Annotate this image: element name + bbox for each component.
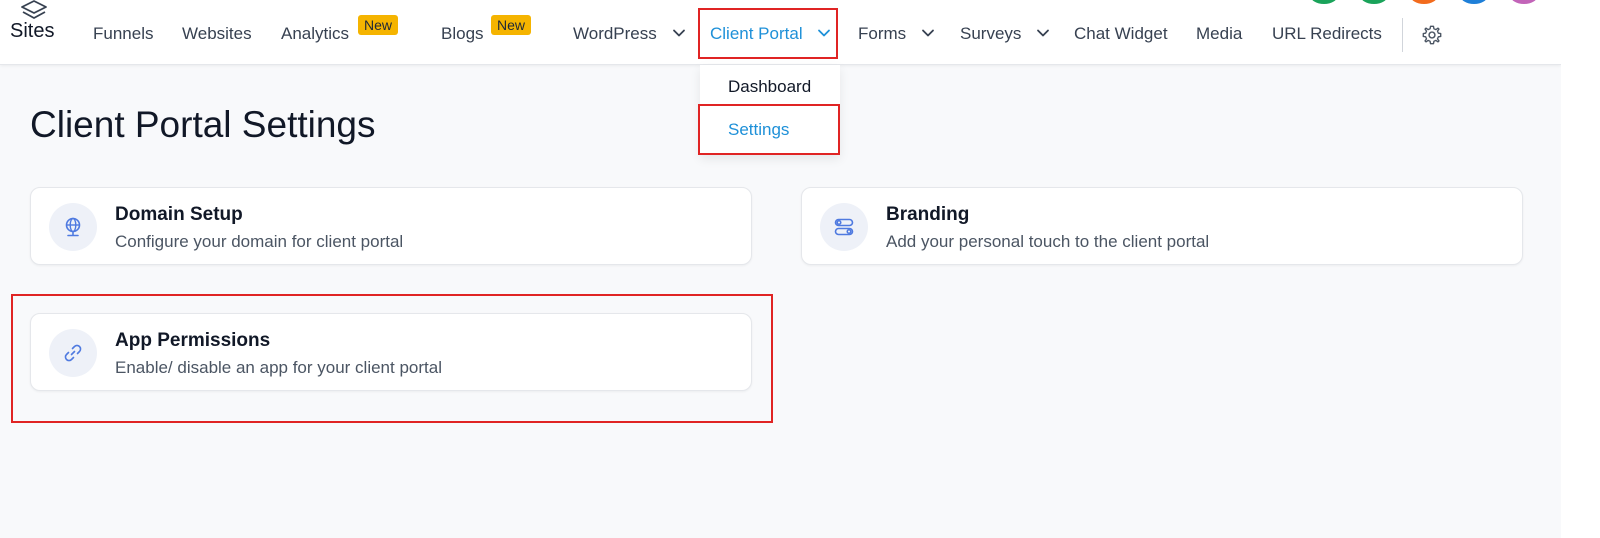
- top-navigation-bar: Sites Funnels Websites Analytics New Blo…: [0, 0, 1561, 65]
- card-icon-badge: [820, 203, 868, 251]
- chevron-down-icon: [922, 29, 934, 37]
- chevron-down-icon: [818, 29, 831, 37]
- nav-url-redirects[interactable]: URL Redirects: [1272, 24, 1382, 44]
- card-branding[interactable]: Branding Add your personal touch to the …: [801, 187, 1523, 265]
- chevron-down-icon: [1037, 29, 1050, 37]
- avatar[interactable]: [1360, 0, 1388, 4]
- globe-icon: [65, 217, 81, 237]
- nav-forms-label: Forms: [858, 24, 907, 43]
- card-app-permissions[interactable]: App Permissions Enable/ disable an app f…: [30, 313, 752, 391]
- card-icon-badge: [49, 329, 97, 377]
- card-icon-badge: [49, 203, 97, 251]
- blogs-new-badge: New: [491, 15, 532, 35]
- card-title: App Permissions: [115, 330, 271, 351]
- dropdown-item-settings[interactable]: Settings: [728, 120, 789, 140]
- nav-wordpress[interactable]: WordPress: [573, 24, 686, 44]
- nav-client-portal[interactable]: Client Portal: [710, 24, 831, 44]
- dropdown-item-dashboard[interactable]: Dashboard: [728, 77, 811, 97]
- avatar[interactable]: [1310, 0, 1338, 4]
- nav-surveys-label: Surveys: [960, 24, 1022, 43]
- avatar[interactable]: [1510, 0, 1538, 4]
- nav-media[interactable]: Media: [1196, 24, 1242, 44]
- right-edge-panel: [1561, 0, 1600, 538]
- card-description: Enable/ disable an app for your client p…: [115, 358, 442, 377]
- card-domain-setup[interactable]: Domain Setup Configure your domain for c…: [30, 187, 752, 265]
- card-description: Configure your domain for client portal: [115, 232, 404, 251]
- nav-funnels[interactable]: Funnels: [93, 24, 153, 44]
- avatar[interactable]: [1460, 0, 1488, 4]
- nav-divider: [1402, 18, 1403, 52]
- card-description: Add your personal touch to the client po…: [886, 232, 1210, 251]
- brand-name: Sites: [10, 20, 55, 42]
- brand[interactable]: Sites: [10, 0, 66, 50]
- card-title: Domain Setup: [115, 204, 243, 225]
- nav-chat-widget[interactable]: Chat Widget: [1074, 24, 1168, 44]
- page-title: Client Portal Settings: [30, 104, 376, 145]
- nav-blogs[interactable]: Blogs: [441, 24, 484, 44]
- client-portal-dropdown: Dashboard Settings: [700, 65, 840, 155]
- layers-logo-icon: [21, 0, 47, 19]
- nav-analytics[interactable]: Analytics: [281, 24, 349, 44]
- card-title: Branding: [886, 204, 970, 225]
- nav-surveys[interactable]: Surveys: [960, 24, 1050, 44]
- gear-icon[interactable]: [1421, 24, 1443, 46]
- nav-websites[interactable]: Websites: [182, 24, 252, 44]
- link-icon: [64, 344, 82, 362]
- avatar[interactable]: [1410, 0, 1438, 4]
- nav-client-portal-label: Client Portal: [710, 24, 803, 43]
- toggles-icon: [834, 218, 854, 236]
- nav-forms[interactable]: Forms: [858, 24, 935, 44]
- nav-wordpress-label: WordPress: [573, 24, 657, 43]
- analytics-new-badge: New: [358, 15, 399, 35]
- chevron-down-icon: [672, 29, 685, 37]
